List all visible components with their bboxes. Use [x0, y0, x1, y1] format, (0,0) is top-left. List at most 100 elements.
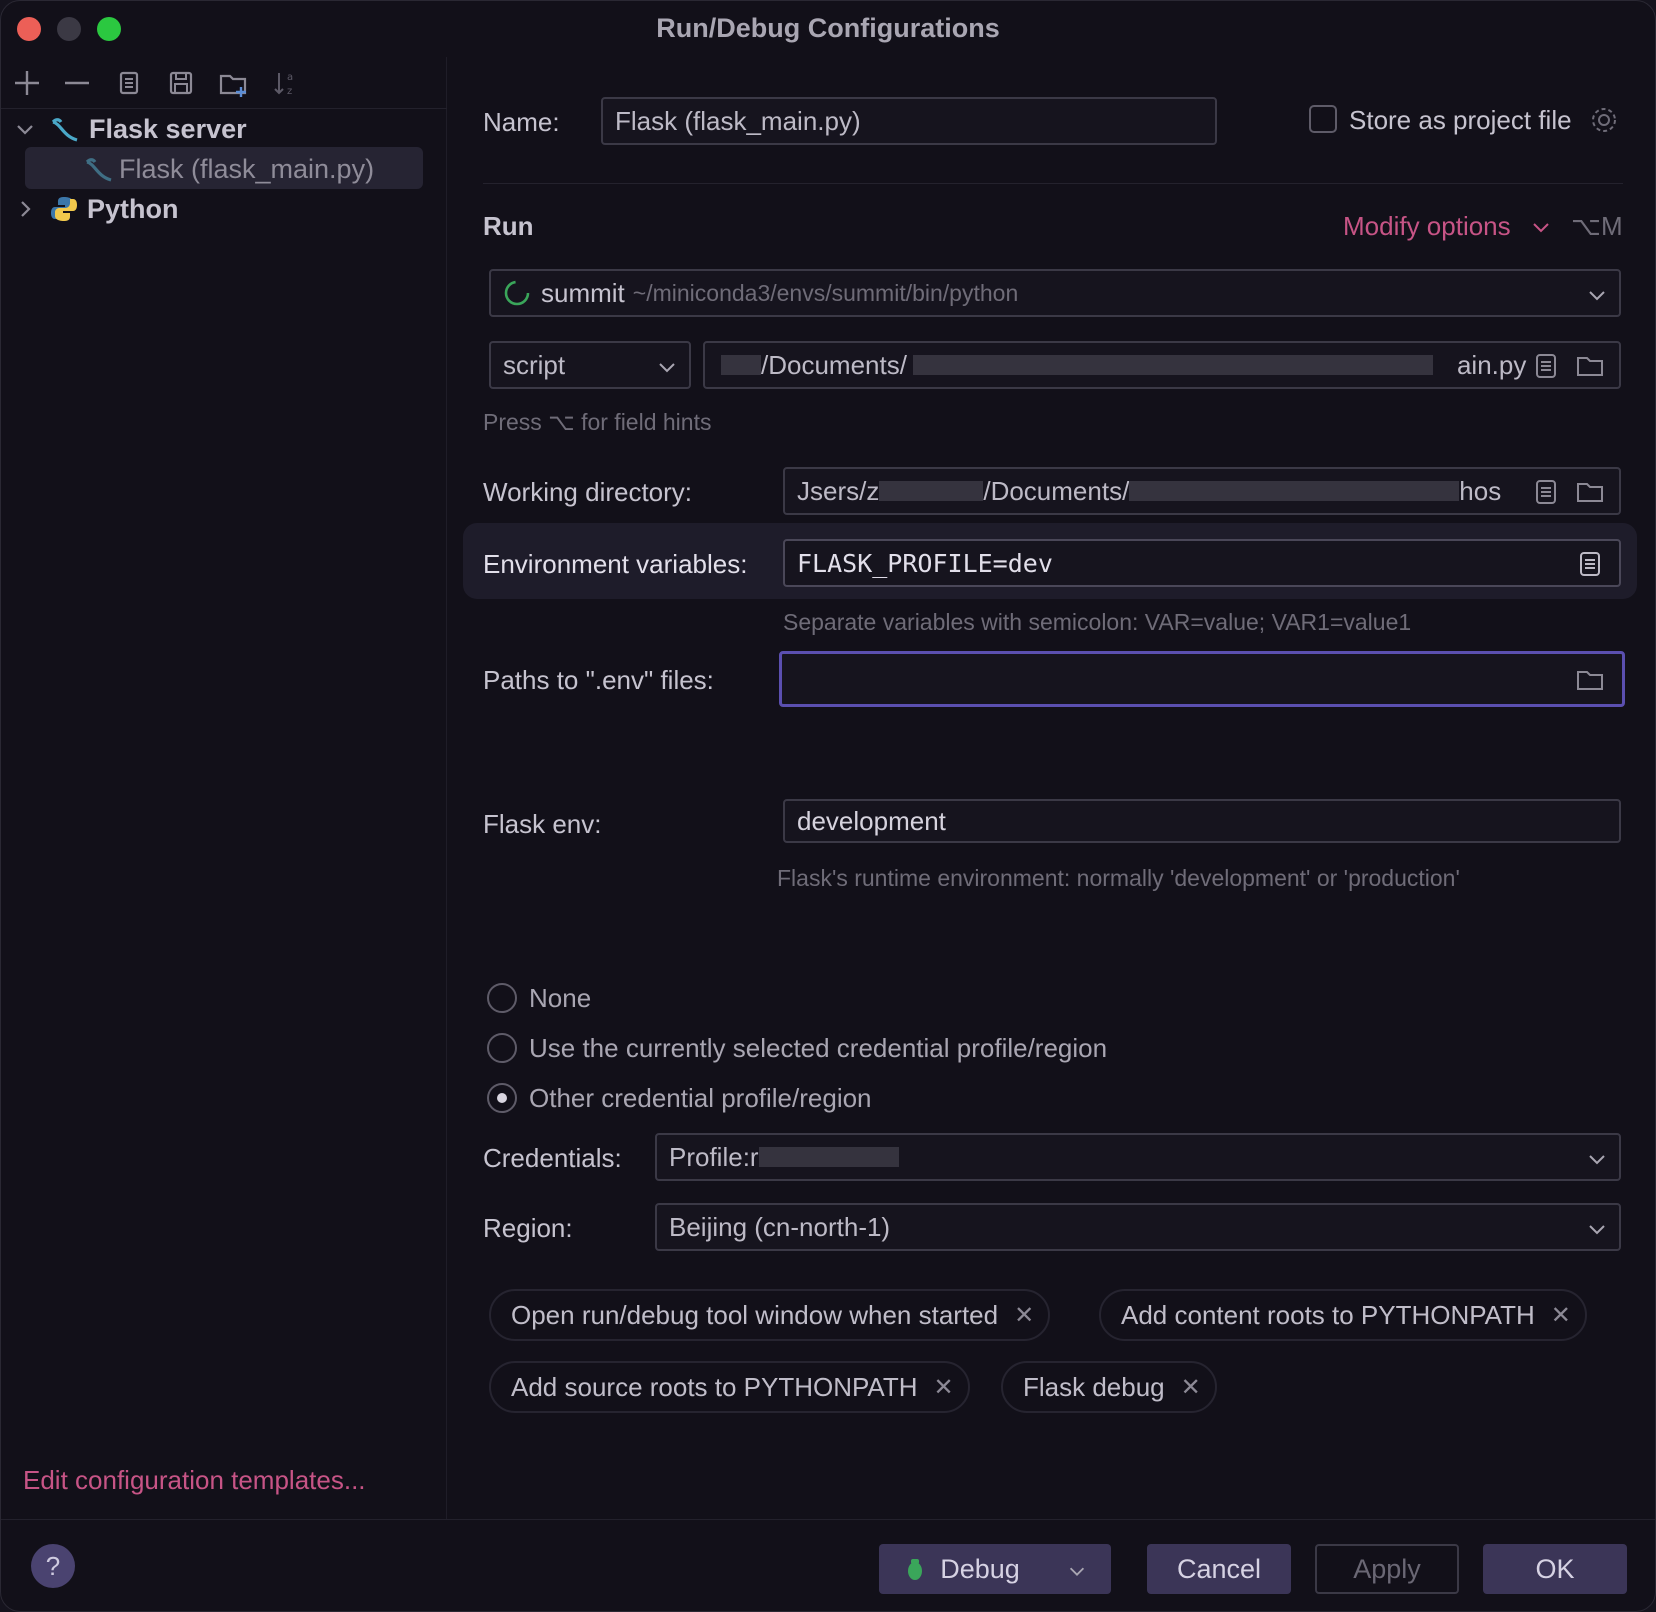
sort-icon[interactable]: az: [269, 65, 305, 101]
flask-env-hint: Flask's runtime environment: normally 'd…: [777, 865, 1460, 891]
chevron-down-icon[interactable]: [1529, 215, 1553, 239]
chip-label: Add content roots to PYTHONPATH: [1121, 1299, 1535, 1330]
copy-icon[interactable]: [111, 65, 147, 101]
tree-item-label: Flask (flask_main.py): [119, 153, 375, 184]
chip-label: Open run/debug tool window when started: [511, 1299, 999, 1330]
working-directory-field[interactable]: Jsers/z /Documents/ hos: [783, 467, 1621, 515]
dotenv-label: Paths to ".env" files:: [483, 665, 714, 695]
expand-text-icon[interactable]: [1531, 477, 1561, 507]
option-chip[interactable]: Add source roots to PYTHONPATH ✕: [489, 1361, 970, 1413]
close-icon[interactable]: ✕: [934, 1373, 954, 1402]
radio-label: None: [529, 983, 592, 1013]
gear-icon[interactable]: [1589, 105, 1619, 135]
tree-group-label: Python: [87, 193, 179, 224]
debug-button[interactable]: Debug: [879, 1544, 1111, 1594]
loading-icon: [503, 279, 531, 307]
expand-text-icon[interactable]: [1531, 351, 1561, 381]
name-label: Name:: [483, 107, 560, 137]
script-path-suffix: ain.py: [1456, 349, 1527, 380]
target-type-value: script: [503, 349, 566, 380]
radio-label: Use the currently selected credential pr…: [529, 1033, 1108, 1063]
redacted-text: [912, 355, 1433, 375]
chevron-down-icon[interactable]: [1066, 1558, 1088, 1580]
interpreter-name: summit: [541, 277, 625, 308]
chevron-down-icon[interactable]: [1585, 1217, 1609, 1241]
flask-icon: [49, 114, 83, 144]
interpreter-dropdown[interactable]: summit ~/miniconda3/envs/summit/bin/pyth…: [489, 269, 1621, 317]
tree-item-flask-main[interactable]: Flask (flask_main.py): [83, 149, 374, 189]
close-icon[interactable]: ✕: [1181, 1373, 1201, 1402]
environment-variables-field[interactable]: FLASK_PROFILE=dev: [783, 539, 1621, 587]
expand-text-icon[interactable]: [1575, 549, 1605, 579]
apply-button[interactable]: Apply: [1315, 1544, 1459, 1594]
name-field[interactable]: Flask (flask_main.py): [601, 97, 1217, 145]
flask-env-value: development: [797, 805, 946, 836]
close-icon[interactable]: ✕: [1551, 1301, 1571, 1330]
cancel-button[interactable]: Cancel: [1147, 1544, 1291, 1594]
workdir-middle: /Documents/: [983, 475, 1130, 506]
modify-options-link[interactable]: Modify options: [1343, 211, 1511, 242]
tree-group-flask-server[interactable]: Flask server: [13, 109, 247, 149]
workdir-prefix: Jsers/z: [797, 475, 880, 506]
bug-icon: [902, 1556, 928, 1582]
environment-variables-label: Environment variables:: [483, 549, 748, 579]
credentials-dropdown[interactable]: Profile:r: [655, 1133, 1621, 1181]
redacted-text: [758, 1147, 899, 1167]
run-section-title: Run: [483, 211, 534, 241]
env-hint-text: Separate variables with semicolon: VAR=v…: [783, 609, 1412, 635]
chevron-down-icon[interactable]: [1585, 283, 1609, 307]
edit-configuration-templates-link[interactable]: Edit configuration templates...: [23, 1465, 366, 1496]
option-chip[interactable]: Add content roots to PYTHONPATH ✕: [1099, 1289, 1587, 1341]
workdir-suffix: hos: [1459, 475, 1502, 506]
credentials-label: Credentials:: [483, 1143, 622, 1173]
config-toolbar: az: [1, 57, 447, 109]
store-as-project-checkbox[interactable]: [1309, 105, 1337, 133]
debug-label: Debug: [940, 1553, 1020, 1584]
add-icon[interactable]: [9, 65, 45, 101]
option-chip[interactable]: Open run/debug tool window when started …: [489, 1289, 1051, 1341]
redacted-text: [1129, 481, 1460, 501]
flask-env-label: Flask env:: [483, 809, 602, 839]
chevron-down-icon[interactable]: [1585, 1147, 1609, 1171]
chip-label: Flask debug: [1023, 1371, 1165, 1402]
flask-icon: [83, 154, 117, 184]
dotenv-paths-field[interactable]: [779, 651, 1625, 707]
radio-label: Other credential profile/region: [529, 1083, 872, 1113]
divider: [483, 183, 1623, 184]
dialog-footer: ? Debug Cancel Apply OK: [1, 1519, 1655, 1611]
name-value: Flask (flask_main.py): [615, 105, 861, 136]
configurations-sidebar: az Flask server Flask (flask_main.py) Py…: [1, 57, 447, 1519]
option-chip[interactable]: Flask debug ✕: [1001, 1361, 1217, 1413]
save-icon[interactable]: [163, 65, 199, 101]
tree-group-label: Flask server: [89, 113, 247, 144]
folder-icon[interactable]: [1575, 477, 1605, 507]
region-dropdown[interactable]: Beijing (cn-north-1): [655, 1203, 1621, 1251]
folder-icon[interactable]: [1575, 351, 1605, 381]
flask-env-field[interactable]: development: [783, 799, 1621, 843]
close-icon[interactable]: ✕: [1014, 1301, 1034, 1330]
script-path-prefix: /Documents/: [761, 349, 907, 380]
folder-icon[interactable]: [1575, 665, 1605, 695]
radio-credentials-none[interactable]: [487, 983, 517, 1013]
chevron-down-icon[interactable]: [13, 117, 37, 141]
chevron-down-icon[interactable]: [655, 355, 679, 379]
chevron-right-icon[interactable]: [13, 197, 37, 221]
help-button[interactable]: ?: [31, 1544, 75, 1588]
chip-label: Add source roots to PYTHONPATH: [511, 1371, 918, 1402]
remove-icon[interactable]: [59, 65, 95, 101]
radio-credentials-current[interactable]: [487, 1033, 517, 1063]
tree-group-python[interactable]: Python: [13, 189, 179, 229]
svg-text:z: z: [287, 86, 292, 97]
modify-options-shortcut: ⌥M: [1571, 211, 1623, 241]
script-path-field[interactable]: /Documents/ ain.py: [703, 341, 1621, 389]
ok-button[interactable]: OK: [1483, 1544, 1627, 1594]
field-hints-text: Press ⌥ for field hints: [483, 409, 712, 435]
redacted-text: [721, 355, 761, 375]
store-as-project-label: Store as project file: [1349, 105, 1572, 135]
new-folder-icon[interactable]: [215, 65, 251, 101]
region-value: Beijing (cn-north-1): [669, 1211, 891, 1242]
env-value: FLASK_PROFILE=dev: [797, 548, 1053, 578]
radio-credentials-other[interactable]: [487, 1083, 517, 1113]
region-label: Region:: [483, 1213, 573, 1243]
title-bar: Run/Debug Configurations: [1, 1, 1655, 57]
